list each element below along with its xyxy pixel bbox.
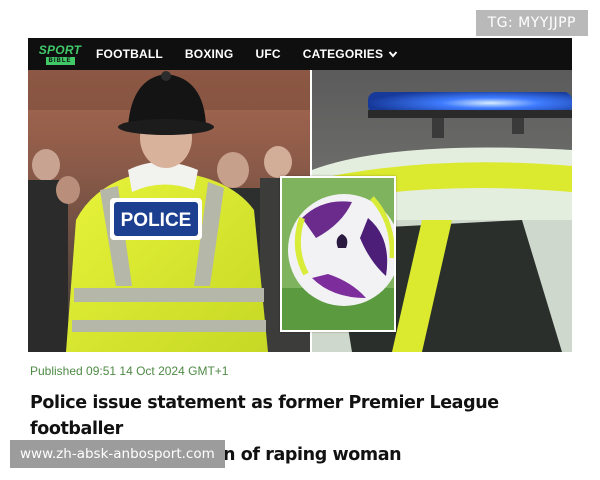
nav-items: FOOTBALL BOXING UFC CATEGORIES	[96, 47, 420, 61]
published-timestamp: Published 09:51 14 Oct 2024 GMT+1	[30, 364, 229, 378]
logo-subword: BIBLE	[45, 56, 75, 65]
police-officer-photo: POLICE	[28, 70, 310, 352]
headline-line-1: Police issue statement as former Premier…	[30, 393, 499, 439]
site-navbar: SPORT BIBLE FOOTBALL BOXING UFC CATEGORI…	[28, 38, 572, 70]
chevron-down-icon	[388, 51, 398, 58]
tg-tag: TG: MYYJJPP	[475, 10, 588, 36]
football-inset-photo	[280, 176, 396, 332]
nav-categories-label: CATEGORIES	[302, 47, 384, 61]
site-logo[interactable]: SPORT BIBLE	[38, 41, 82, 67]
football-image	[282, 178, 394, 330]
nav-item-ufc[interactable]: UFC	[255, 47, 280, 61]
police-label: POLICE	[121, 210, 192, 231]
hero-image[interactable]: POLICE	[28, 70, 572, 352]
url-watermark: www.zh-absk-anbosport.com	[10, 440, 225, 468]
logo-wordmark: SPORT	[38, 42, 82, 57]
nav-categories-dropdown[interactable]: CATEGORIES	[303, 47, 398, 61]
nav-item-football[interactable]: FOOTBALL	[96, 47, 163, 61]
nav-item-boxing[interactable]: BOXING	[185, 47, 234, 61]
